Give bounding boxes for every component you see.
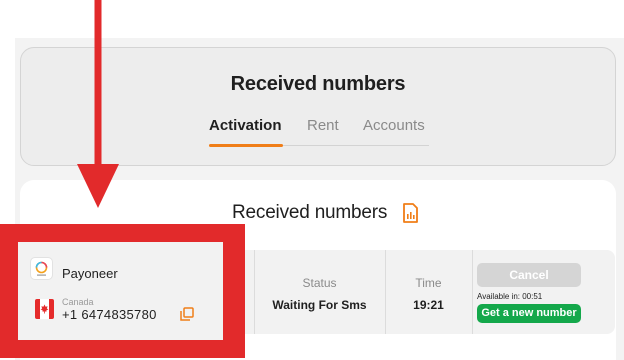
available-timer: 00:51 — [522, 292, 543, 301]
time-label: Time — [415, 276, 442, 290]
column-divider — [385, 250, 386, 334]
status-label: Status — [302, 276, 337, 290]
country-name: Canada — [62, 297, 94, 307]
available-label: Available in: — [477, 292, 520, 301]
payoneer-logo-icon — [30, 257, 53, 280]
annotation-highlight-box: Payoneer Canada +1 6474835780 — [0, 224, 245, 358]
service-name: Payoneer — [62, 266, 118, 281]
cancel-button[interactable]: Cancel — [477, 263, 581, 287]
document-icon[interactable] — [402, 203, 419, 224]
get-new-number-button[interactable]: Get a new number — [477, 304, 581, 323]
service-logo-icon — [35, 261, 48, 276]
active-tab-indicator — [209, 144, 283, 147]
tab-activation-label: Activation — [209, 117, 282, 134]
phone-number: +1 6474835780 — [62, 307, 157, 322]
tab-activation[interactable]: Activation — [209, 117, 283, 147]
tab-rent[interactable]: Rent — [307, 117, 339, 145]
annotation-arrow — [77, 0, 119, 208]
section-title: Received numbers — [232, 202, 388, 223]
tab-bar: Activation Rent Accounts — [209, 117, 429, 147]
tab-accounts[interactable]: Accounts — [363, 117, 425, 145]
time-value: 19:21 — [413, 298, 444, 312]
order-service-cell: Payoneer Canada +1 6474835780 — [18, 242, 223, 340]
canada-flag-icon — [35, 299, 54, 319]
copy-icon[interactable] — [180, 307, 194, 321]
available-countdown: Available in: 00:51 — [477, 292, 587, 301]
status-value: Waiting For Sms — [272, 298, 367, 312]
column-divider — [472, 250, 473, 334]
column-divider — [254, 250, 255, 334]
